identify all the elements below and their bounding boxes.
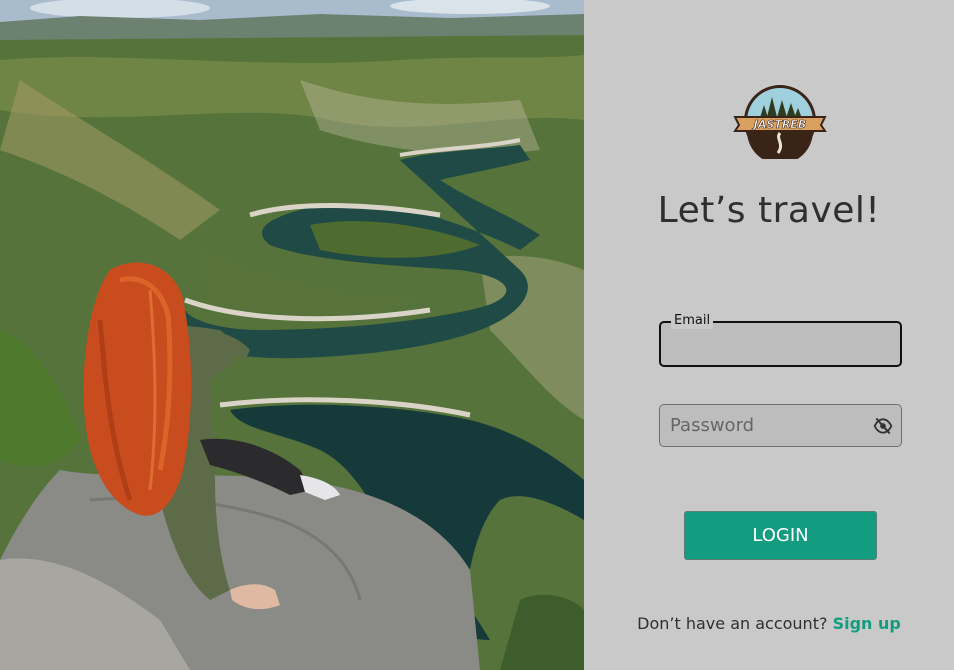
logo-text: JASTREB — [752, 118, 806, 131]
page-title: Let’s travel! — [657, 190, 881, 231]
hero-photo — [0, 0, 584, 670]
signup-prompt-text: Don’t have an account? — [637, 614, 828, 633]
signup-prompt: Don’t have an account? Sign up — [584, 614, 954, 633]
login-button[interactable]: LOGIN — [684, 511, 877, 560]
brand-logo: JASTREB — [733, 83, 827, 159]
signup-link[interactable]: Sign up — [833, 614, 901, 633]
eye-off-icon[interactable] — [873, 416, 893, 436]
login-page: JASTREB Let’s travel! Email LOGIN Don’t … — [0, 0, 954, 670]
password-field[interactable] — [659, 404, 902, 447]
password-input[interactable] — [660, 405, 865, 446]
email-field[interactable]: Email — [659, 313, 902, 367]
email-input[interactable] — [661, 323, 900, 365]
canyon-landscape-image — [0, 0, 584, 670]
